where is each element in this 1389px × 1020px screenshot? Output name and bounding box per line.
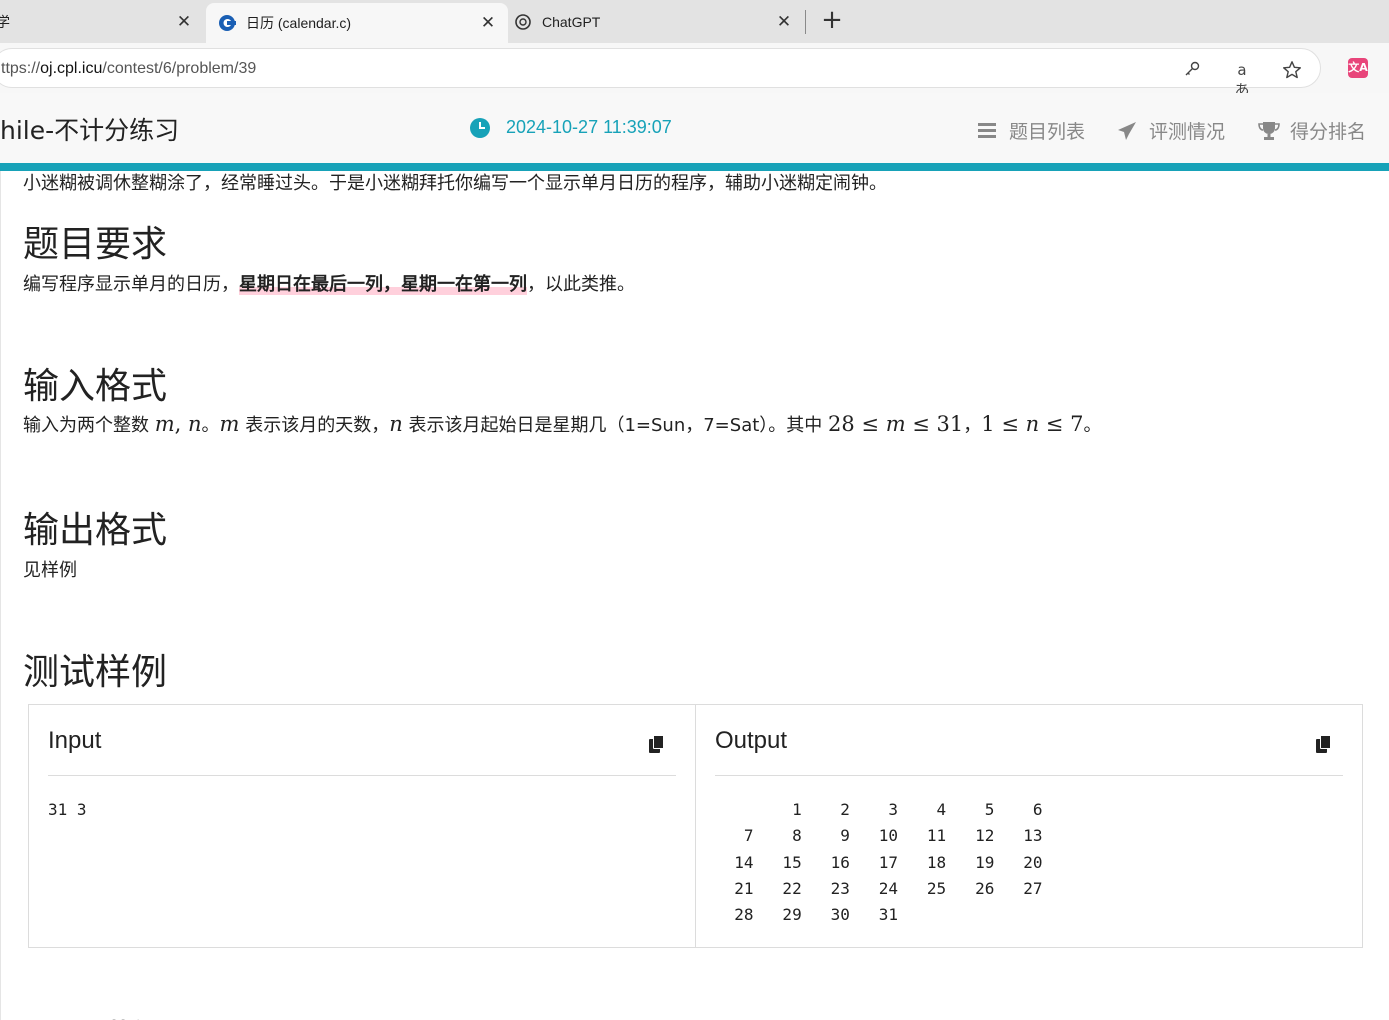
contest-clock: 2024-10-27 11:39:07	[470, 117, 672, 138]
section-title-input: 输入格式	[23, 366, 168, 407]
problem-content: 小迷糊被调休整糊涂了，经常睡过头。于是小迷糊拜托你编写一个显示单月日历的程序，辅…	[0, 171, 1389, 1020]
nav-judge-status[interactable]: 评测情况	[1117, 117, 1225, 144]
math-comma: ,	[174, 412, 189, 436]
input-text: 。	[1083, 415, 1102, 436]
key-icon[interactable]	[1181, 60, 1203, 80]
input-text: ，	[963, 415, 982, 436]
nav-scoreboard[interactable]: 得分排名	[1258, 117, 1366, 144]
url-scheme: ttps://	[1, 60, 41, 77]
copy-icon[interactable]	[649, 735, 665, 753]
math-n: n	[1025, 412, 1040, 436]
browser-tab-1[interactable]: 学 ✕	[0, 0, 204, 43]
tab-title: 学	[0, 13, 10, 30]
close-tab-icon[interactable]: ✕	[172, 12, 196, 32]
url-path: /contest/6/problem/39	[102, 60, 257, 77]
input-text: 表示该月起始日是星期几（1=Sun，7=Sat）。其中	[402, 415, 829, 436]
clock-time: 2024-10-27 11:39:07	[506, 117, 672, 137]
req-highlight: 星期日在最后一列，星期一在第一列	[239, 274, 527, 295]
translate-extension-icon[interactable]: 文A	[1348, 58, 1368, 78]
address-bar[interactable]: ttps://oj.cpl.icu/contest/6/problem/39 a…	[0, 48, 1321, 99]
sample-output-text[interactable]: 1 2 3 4 5 6 7 8 9 10 11 12 13 14 15 16 1…	[715, 797, 1042, 928]
nav-label: 得分排名	[1290, 121, 1367, 143]
input-format-text: 输入为两个整数 m, n。m 表示该月的天数，n 表示该月起始日是星期几（1=S…	[23, 411, 1101, 437]
url-host: oj.cpl.icu	[40, 60, 103, 77]
section-title-output: 输出格式	[23, 510, 168, 551]
nav-label: 评测情况	[1149, 121, 1226, 143]
req-text-post: ，以此类推。	[527, 274, 635, 295]
nav-label: 题目列表	[1009, 121, 1086, 143]
math-n: n	[389, 412, 403, 436]
sample-input-pane: Input 31 3	[29, 705, 696, 947]
output-format-text: 见样例	[23, 560, 77, 581]
copy-icon[interactable]	[1316, 735, 1332, 753]
trophy-icon	[1258, 121, 1280, 141]
problem-intro: 小迷糊被调休整糊涂了，经常睡过头。于是小迷糊拜托你编写一个显示单月日历的程序，辅…	[23, 173, 887, 194]
clock-icon	[470, 117, 490, 138]
req-text-pre: 编写程序显示单月的日历，	[23, 274, 239, 295]
section-title-samples: 测试样例	[23, 652, 168, 693]
read-aloud-icon[interactable]: aあ	[1231, 60, 1253, 99]
sample-input-text[interactable]: 31 3	[48, 797, 87, 823]
edge-favicon-icon	[218, 14, 236, 32]
new-tab-button[interactable]: +	[818, 6, 846, 36]
browser-tab-3[interactable]: ChatGPT ✕	[508, 0, 804, 43]
app-navbar: hile-不计分练习 2024-10-27 11:39:07 题目列表 评测情况…	[0, 93, 1389, 163]
sample-case: Input 31 3 Output 1 2 3 4 5 6 7 8 9 10 1…	[28, 704, 1363, 948]
math-m: m	[885, 412, 906, 436]
address-bar-row: ttps://oj.cpl.icu/contest/6/problem/39 a…	[0, 43, 1389, 99]
browser-tab-2[interactable]: 日历 (calendar.c) ✕	[206, 3, 508, 43]
tab-divider	[805, 10, 806, 34]
contest-title[interactable]: hile-不计分练习	[0, 111, 179, 147]
url-text[interactable]: ttps://oj.cpl.icu/contest/6/problem/39	[1, 60, 256, 78]
section-title-requirements: 题目要求	[23, 224, 168, 265]
math-n: n	[188, 412, 202, 436]
favorite-star-icon[interactable]	[1281, 60, 1303, 80]
math-range: 1 ≤	[981, 412, 1026, 436]
list-icon	[977, 121, 999, 141]
nav-problem-list[interactable]: 题目列表	[977, 117, 1085, 144]
chatgpt-favicon-icon	[514, 13, 532, 31]
tab-title: 日历 (calendar.c)	[246, 15, 352, 31]
input-text: 表示该月的天数，	[239, 415, 390, 436]
send-icon	[1117, 121, 1139, 141]
math-range: 28 ≤	[828, 412, 886, 436]
math-m: m	[154, 412, 175, 436]
sample-output-label: Output	[715, 727, 788, 754]
divider	[48, 775, 676, 776]
sample-output-pane: Output 1 2 3 4 5 6 7 8 9 10 11 12 13 14 …	[696, 705, 1362, 947]
math-range: ≤ 7	[1039, 412, 1084, 436]
tab-title: ChatGPT	[542, 13, 601, 30]
close-tab-icon[interactable]: ✕	[772, 12, 796, 32]
tab-strip: 学 ✕ 日历 (calendar.c) ✕ ChatGPT ✕ +	[0, 0, 1389, 43]
input-text: 。	[201, 415, 220, 436]
next-section-title: 题目讲解	[23, 1009, 167, 1020]
requirements-text: 编写程序显示单月的日历，星期日在最后一列，星期一在第一列，以此类推。	[23, 270, 635, 296]
input-text: 输入为两个整数	[23, 415, 155, 436]
math-m: m	[219, 412, 240, 436]
close-tab-icon[interactable]: ✕	[476, 13, 500, 33]
divider	[715, 775, 1343, 776]
math-range: ≤ 31	[905, 412, 964, 436]
sample-input-label: Input	[48, 727, 102, 754]
